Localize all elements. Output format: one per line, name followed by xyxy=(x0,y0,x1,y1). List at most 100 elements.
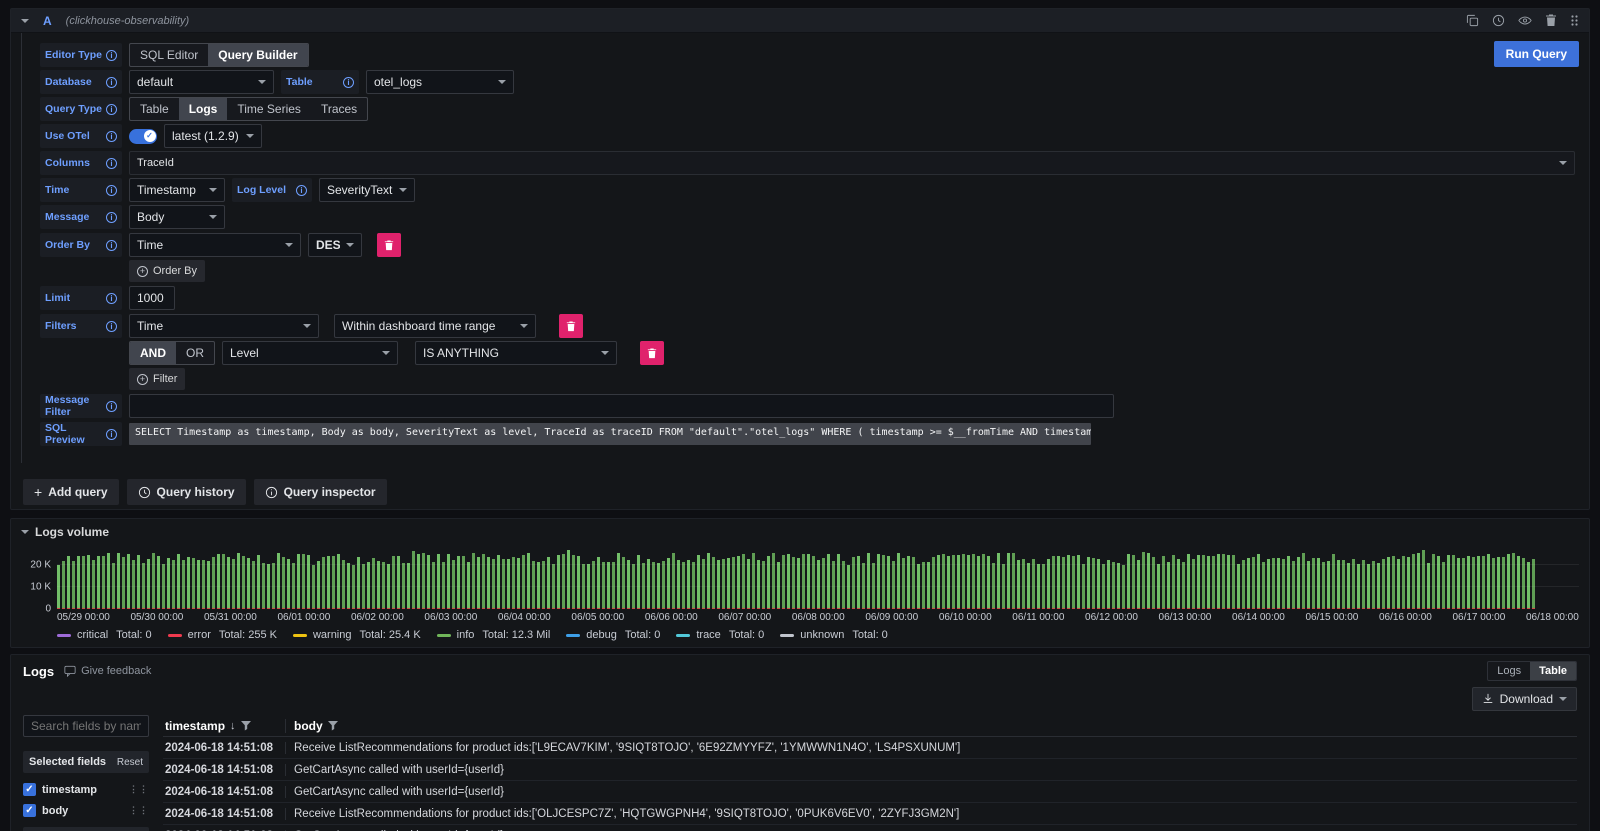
legend-item-critical[interactable]: criticalTotal: 0 xyxy=(57,629,152,641)
limit-input[interactable] xyxy=(129,286,175,310)
filter-bool-group: AND OR xyxy=(129,341,215,365)
database-label: Databasei xyxy=(40,70,122,94)
collapse-chevron-icon[interactable] xyxy=(21,19,29,23)
volume-bar xyxy=(322,557,325,609)
info-icon[interactable]: i xyxy=(106,50,117,61)
query-row-header[interactable]: A (clickhouse-observability) xyxy=(11,9,1589,33)
columns-multiselect[interactable]: TraceId xyxy=(129,151,1575,175)
logs-volume-chart[interactable] xyxy=(57,547,1579,609)
volume-bar xyxy=(1462,558,1465,609)
download-button[interactable]: Download xyxy=(1472,687,1577,711)
logs-panel: Logs Give feedback Logs Table Download S… xyxy=(10,654,1590,831)
filter2-field-select[interactable]: Level xyxy=(222,341,398,365)
legend-item-trace[interactable]: traceTotal: 0 xyxy=(676,629,764,641)
info-icon[interactable]: i xyxy=(106,212,117,223)
query-history-icon[interactable] xyxy=(1492,14,1505,27)
query-inspector-button[interactable]: Query inspector xyxy=(254,479,387,505)
info-icon[interactable]: i xyxy=(343,77,354,88)
volume-bar xyxy=(507,559,510,609)
info-icon[interactable]: i xyxy=(106,158,117,169)
filter-funnel-icon[interactable] xyxy=(241,721,251,731)
logs-volume-header[interactable]: Logs volume xyxy=(21,525,1579,539)
collapse-chevron-icon[interactable] xyxy=(21,530,29,534)
order-by-direction-select[interactable]: DESC xyxy=(308,233,362,257)
trash-icon xyxy=(566,321,576,332)
info-icon[interactable]: i xyxy=(106,321,117,332)
legend-item-warning[interactable]: warningTotal: 25.4 K xyxy=(293,629,421,641)
query-type-option-time-series[interactable]: Time Series xyxy=(227,98,311,120)
volume-bar xyxy=(527,553,530,609)
x-tick-label: 06/17 00:00 xyxy=(1452,612,1505,623)
query-type-option-table[interactable]: Table xyxy=(130,98,179,120)
info-icon[interactable]: i xyxy=(106,401,117,412)
editor-type-option-sql-editor[interactable]: SQL Editor xyxy=(130,44,208,66)
filter-operator-select[interactable]: Within dashboard time range xyxy=(334,314,536,338)
volume-bar xyxy=(1312,558,1315,609)
hide-response-eye-icon[interactable] xyxy=(1518,14,1532,27)
remove-order-by-button[interactable] xyxy=(377,233,401,257)
info-icon[interactable]: i xyxy=(106,131,117,142)
query-type-option-traces[interactable]: Traces xyxy=(311,98,367,120)
volume-bar xyxy=(847,565,850,609)
reset-button[interactable]: Reset xyxy=(117,757,143,768)
duplicate-query-icon[interactable] xyxy=(1466,14,1479,27)
legend-item-error[interactable]: errorTotal: 255 K xyxy=(168,629,277,641)
info-icon[interactable]: i xyxy=(106,429,117,440)
view-option-logs[interactable]: Logs xyxy=(1488,662,1530,680)
volume-bar xyxy=(1107,560,1110,609)
message-column-select[interactable]: Body xyxy=(129,205,225,229)
volume-bar xyxy=(1332,554,1335,609)
body-column-header[interactable]: body xyxy=(294,719,323,733)
query-type-option-logs[interactable]: Logs xyxy=(179,98,228,120)
legend-item-info[interactable]: infoTotal: 12.3 Mil xyxy=(437,629,551,641)
order-by-field-select[interactable]: Time xyxy=(129,233,301,257)
drag-handle-icon[interactable]: ⋮⋮ xyxy=(129,784,149,795)
filter-funnel-icon[interactable] xyxy=(328,721,338,731)
editor-type-option-query-builder[interactable]: Query Builder xyxy=(208,44,307,66)
field-checkbox[interactable]: ✓ xyxy=(23,804,36,817)
filter-bool-or[interactable]: OR xyxy=(176,342,214,364)
time-column-select[interactable]: Timestamp xyxy=(129,178,225,202)
timestamp-column-header[interactable]: timestamp xyxy=(165,719,225,733)
info-icon[interactable]: i xyxy=(106,104,117,115)
field-checkbox[interactable]: ✓ xyxy=(23,783,36,796)
legend-item-unknown[interactable]: unknownTotal: 0 xyxy=(780,629,888,641)
volume-bar xyxy=(1147,553,1150,609)
remove-filter-button[interactable] xyxy=(559,314,583,338)
add-filter-button[interactable]: + Filter xyxy=(129,368,185,390)
log-level-column-select[interactable]: SeverityText xyxy=(319,178,415,202)
timestamp-cell: 2024-06-18 14:51:08 xyxy=(163,786,285,798)
remove-query-trash-icon[interactable] xyxy=(1545,14,1557,27)
add-query-button[interactable]: + Add query xyxy=(23,479,119,505)
otel-version-select[interactable]: latest (1.2.9) xyxy=(164,124,262,148)
filter-bool-and[interactable]: AND xyxy=(130,342,176,364)
remove-filter2-button[interactable] xyxy=(640,341,664,365)
database-select[interactable]: default xyxy=(129,70,274,94)
add-order-by-button[interactable]: + Order By xyxy=(129,260,205,282)
message-filter-input[interactable] xyxy=(129,394,1114,418)
x-axis: 05/29 00:0005/30 00:0005/31 00:0006/01 0… xyxy=(57,612,1579,623)
filter2-operator-select[interactable]: IS ANYTHING xyxy=(415,341,617,365)
legend-item-debug[interactable]: debugTotal: 0 xyxy=(566,629,660,641)
give-feedback-button[interactable]: Give feedback xyxy=(64,665,151,677)
use-otel-toggle[interactable]: ✓ xyxy=(129,129,157,144)
sort-desc-icon[interactable]: ↓ xyxy=(230,720,236,732)
volume-bar xyxy=(1497,557,1500,609)
drag-handle-icon[interactable]: ⋮⋮ xyxy=(129,805,149,816)
info-icon[interactable]: i xyxy=(106,240,117,251)
volume-bar xyxy=(752,553,755,609)
query-history-button[interactable]: Query history xyxy=(127,479,246,505)
legend-series-name: error xyxy=(188,629,211,641)
table-select[interactable]: otel_logs xyxy=(366,70,514,94)
filter-field-select[interactable]: Time xyxy=(129,314,319,338)
info-icon[interactable]: i xyxy=(106,185,117,196)
info-icon[interactable]: i xyxy=(106,77,117,88)
view-option-table[interactable]: Table xyxy=(1530,662,1576,680)
search-fields-input[interactable] xyxy=(23,715,149,737)
drag-handle-icon[interactable] xyxy=(1570,14,1579,27)
chevron-down-icon xyxy=(303,324,311,328)
volume-bar xyxy=(1017,560,1020,609)
info-icon[interactable]: i xyxy=(296,185,307,196)
info-icon[interactable]: i xyxy=(106,293,117,304)
volume-bar xyxy=(1512,553,1515,609)
